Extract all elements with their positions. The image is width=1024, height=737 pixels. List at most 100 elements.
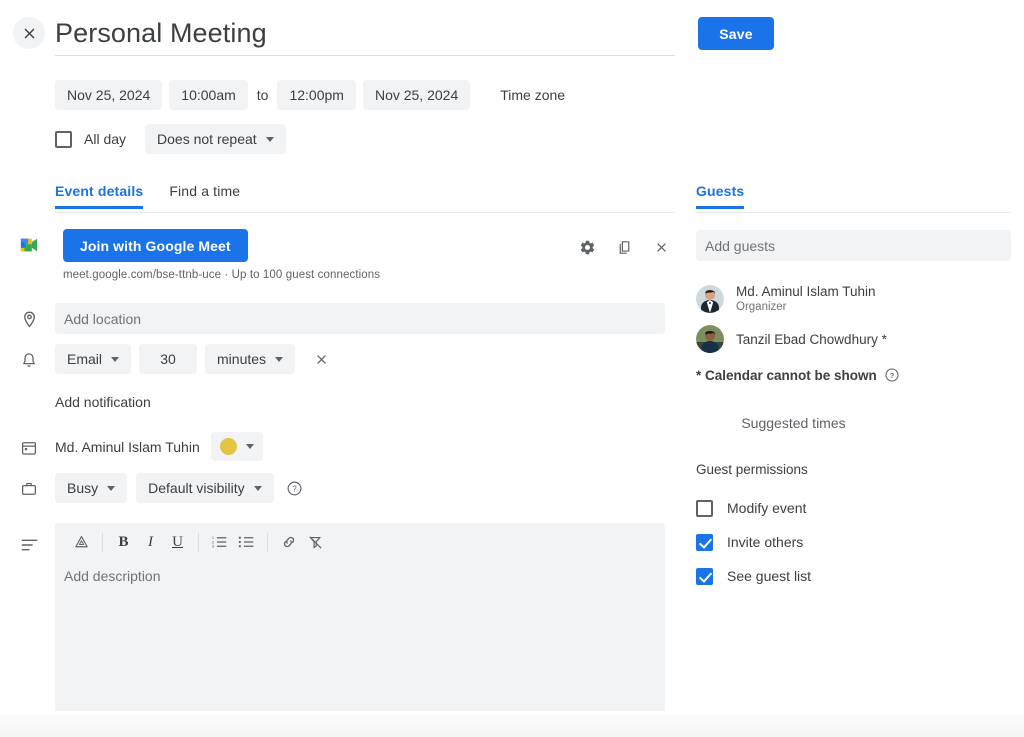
guest-name: Md. Aminul Islam Tuhin <box>736 283 876 300</box>
location-input[interactable] <box>55 303 665 334</box>
avatar <box>696 285 724 313</box>
calendar-icon <box>18 437 40 459</box>
toolbar-divider <box>198 533 199 552</box>
tab-event-details[interactable]: Event details <box>55 183 143 209</box>
chevron-down-icon <box>107 486 115 491</box>
avatar <box>696 325 724 353</box>
availability-row: Busy Default visibility ? <box>55 473 307 503</box>
tab-find-a-time[interactable]: Find a time <box>169 183 240 209</box>
permission-modify-event[interactable]: Modify event <box>696 491 996 525</box>
timezone-button[interactable]: Time zone <box>488 80 577 110</box>
see-guest-list-checkbox[interactable] <box>696 568 713 585</box>
meet-settings-button[interactable] <box>575 235 599 259</box>
underline-icon[interactable]: U <box>164 529 191 556</box>
svg-text:2: 2 <box>212 540 214 544</box>
event-color-select[interactable] <box>211 432 263 461</box>
copy-icon <box>616 239 633 256</box>
visibility-select[interactable]: Default visibility <box>136 473 273 503</box>
drive-insert-icon[interactable] <box>68 529 95 556</box>
close-icon <box>314 352 329 367</box>
notification-unit-select[interactable]: minutes <box>205 344 295 374</box>
guest-role: Organizer <box>736 300 876 315</box>
end-time-chip[interactable]: 12:00pm <box>277 80 355 110</box>
permission-see-guest-list[interactable]: See guest list <box>696 559 996 593</box>
guest-permissions-title: Guest permissions <box>696 462 808 477</box>
add-guests-input[interactable] <box>696 230 1011 261</box>
busy-select[interactable]: Busy <box>55 473 127 503</box>
busy-value: Busy <box>67 480 98 496</box>
close-editor-button[interactable] <box>13 17 45 49</box>
gear-icon <box>579 239 596 256</box>
link-icon[interactable] <box>275 529 302 556</box>
color-swatch <box>220 438 237 455</box>
help-icon: ? <box>286 480 303 497</box>
bell-icon <box>18 349 40 371</box>
numbered-list-icon[interactable]: 1 2 3 <box>206 529 233 556</box>
to-label: to <box>255 87 271 103</box>
repeat-value: Does not repeat <box>157 131 257 147</box>
description-box: B I U 1 2 3 <box>55 523 665 711</box>
calendar-owner-name: Md. Aminul Islam Tuhin <box>55 439 200 455</box>
calendar-note-text: * Calendar cannot be shown <box>696 368 877 383</box>
add-notification-button[interactable]: Add notification <box>55 394 151 410</box>
permission-label: See guest list <box>727 568 811 584</box>
description-placeholder[interactable]: Add description <box>64 568 161 584</box>
italic-icon[interactable]: I <box>137 529 164 556</box>
bulleted-list-icon[interactable] <box>233 529 260 556</box>
close-icon <box>21 25 38 42</box>
join-google-meet-button[interactable]: Join with Google Meet <box>63 229 248 262</box>
repeat-row: All day Does not repeat <box>55 124 286 154</box>
notification-amount-input[interactable] <box>139 344 197 374</box>
chevron-down-icon <box>254 486 262 491</box>
svg-text:?: ? <box>890 371 895 380</box>
datetime-row: Nov 25, 2024 10:00am to 12:00pm Nov 25, … <box>55 80 577 110</box>
invite-others-checkbox[interactable] <box>696 534 713 551</box>
list-item[interactable]: Tanzil Ebad Chowdhury * <box>696 325 1011 353</box>
svg-text:3: 3 <box>212 545 214 549</box>
tab-guests[interactable]: Guests <box>696 183 744 209</box>
list-item[interactable]: Md. Aminul Islam Tuhin Organizer <box>696 283 1011 315</box>
remove-notification-button[interactable] <box>309 347 333 371</box>
permission-label: Invite others <box>727 534 803 550</box>
save-button[interactable]: Save <box>698 17 774 50</box>
bold-icon[interactable]: B <box>110 529 137 556</box>
google-meet-icon <box>18 234 40 256</box>
start-time-chip[interactable]: 10:00am <box>169 80 247 110</box>
all-day-checkbox[interactable] <box>55 131 72 148</box>
chevron-down-icon <box>275 357 283 362</box>
tabs-divider <box>55 212 675 213</box>
start-date-chip[interactable]: Nov 25, 2024 <box>55 80 162 110</box>
description-toolbar: B I U 1 2 3 <box>55 523 665 561</box>
notification-method-select[interactable]: Email <box>55 344 131 374</box>
end-date-chip[interactable]: Nov 25, 2024 <box>363 80 470 110</box>
event-editor-page: Save Nov 25, 2024 10:00am to 12:00pm Nov… <box>0 0 1024 737</box>
toolbar-divider <box>102 533 103 552</box>
guest-text: Md. Aminul Islam Tuhin Organizer <box>736 283 876 315</box>
meet-actions <box>575 235 673 259</box>
notification-unit-value: minutes <box>217 351 266 367</box>
window-bottom-bar <box>0 715 1024 737</box>
meet-link-details: meet.google.com/bse-ttnb-uce · Up to 100… <box>63 269 380 281</box>
event-title-input[interactable] <box>55 13 675 53</box>
chevron-down-icon <box>246 444 254 449</box>
permission-invite-others[interactable]: Invite others <box>696 525 996 559</box>
remove-meet-button[interactable] <box>649 235 673 259</box>
availability-help-button[interactable]: ? <box>283 476 307 500</box>
toolbar-divider <box>267 533 268 552</box>
location-pin-icon <box>18 308 40 330</box>
all-day-label: All day <box>84 131 126 147</box>
clear-formatting-icon[interactable] <box>302 529 329 556</box>
close-icon <box>654 240 669 255</box>
calendar-owner-row: Md. Aminul Islam Tuhin <box>55 432 263 461</box>
svg-text:?: ? <box>292 484 297 493</box>
suggested-times-button[interactable]: Suggested times <box>696 415 891 431</box>
editor-tabs: Event details Find a time <box>55 183 266 209</box>
repeat-select[interactable]: Does not repeat <box>145 124 286 154</box>
modify-event-checkbox[interactable] <box>696 500 713 517</box>
description-lines-icon <box>18 534 40 556</box>
guest-name: Tanzil Ebad Chowdhury * <box>736 331 887 348</box>
guest-text: Tanzil Ebad Chowdhury * <box>736 331 887 348</box>
chevron-down-icon <box>111 357 119 362</box>
copy-meet-link-button[interactable] <box>612 235 636 259</box>
help-icon[interactable]: ? <box>884 367 900 383</box>
